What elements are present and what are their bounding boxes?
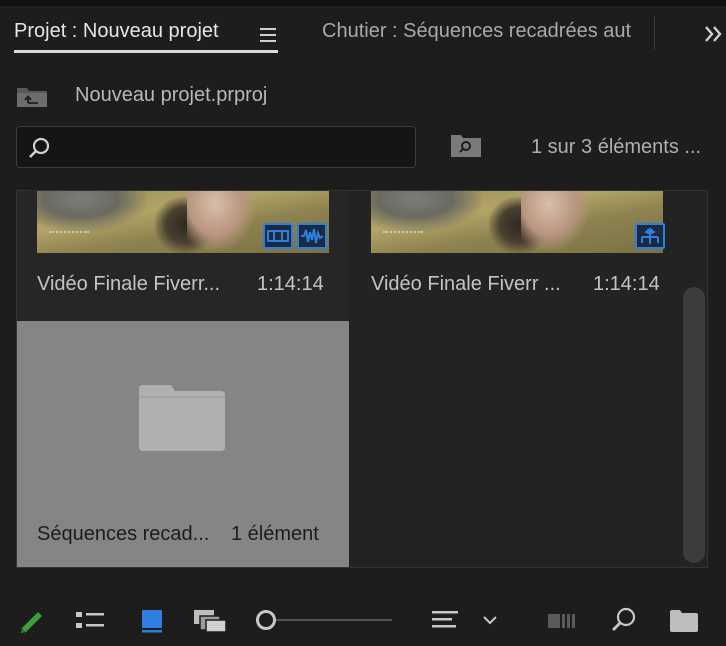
- active-tab-underline: [14, 50, 278, 53]
- new-bin-icon[interactable]: [668, 604, 700, 636]
- list-view-icon[interactable]: [74, 604, 106, 636]
- tab-bin[interactable]: Chutier : Séquences recadrées aut: [322, 20, 654, 50]
- bin-name: Séquences recad...: [37, 523, 210, 545]
- search-input[interactable]: [63, 135, 403, 159]
- sort-icon[interactable]: [430, 604, 462, 636]
- zoom-slider-knob[interactable]: [256, 610, 276, 630]
- scrollbar-thumb[interactable]: [683, 287, 705, 563]
- clip-tile[interactable]: Vidéo Finale Fiverr... 1:14:14: [17, 191, 349, 319]
- tab-project[interactable]: Projet : Nouveau projet: [14, 20, 278, 60]
- tab-divider: [654, 16, 655, 50]
- freeform-view-icon[interactable]: [192, 604, 227, 636]
- tab-overflow-icon[interactable]: [702, 22, 726, 46]
- find-bin-icon[interactable]: [450, 132, 482, 158]
- panel-tab-bar: Projet : Nouveau projet Chutier : Séquen…: [0, 6, 726, 60]
- find-icon[interactable]: [608, 604, 640, 636]
- tab-project-label: Projet : Nouveau projet: [14, 20, 219, 42]
- panel-menu-icon[interactable]: [260, 28, 276, 42]
- icon-view-icon[interactable]: [136, 604, 168, 636]
- sequence-thumbnail: [371, 191, 663, 253]
- folder-icon: [139, 385, 225, 451]
- chevron-down-icon[interactable]: [478, 604, 510, 636]
- sequence-name: Vidéo Finale Fiverr ...: [371, 273, 561, 295]
- search-icon: [27, 136, 51, 160]
- tab-bin-label: Chutier : Séquences recadrées aut: [322, 20, 632, 42]
- project-path-label: Nouveau projet.prproj: [75, 84, 268, 106]
- clip-name: Vidéo Finale Fiverr...: [37, 273, 221, 295]
- sequence-tile[interactable]: Vidéo Finale Fiverr ... 1:14:14: [351, 191, 683, 319]
- bottom-toolbar: [0, 596, 726, 646]
- video-clip-icon: [263, 223, 293, 249]
- project-items-grid: Vidéo Finale Fiverr... 1:14:14 Vidéo Fin…: [16, 190, 708, 568]
- item-count-label: 1 sur 3 éléments ...: [531, 136, 702, 158]
- sequence-duration: 1:14:14: [593, 273, 660, 295]
- audio-clip-icon: [297, 223, 327, 249]
- sequence-icon: [635, 223, 665, 249]
- automate-to-sequence-icon[interactable]: [546, 604, 578, 636]
- zoom-slider-track[interactable]: [272, 619, 392, 621]
- bin-item-count: 1 élément: [231, 523, 319, 545]
- search-field[interactable]: [16, 126, 416, 168]
- bin-tile[interactable]: Séquences recad... 1 élément: [17, 321, 349, 567]
- navigate-up-icon[interactable]: [16, 84, 48, 108]
- pencil-icon[interactable]: [16, 604, 48, 636]
- clip-duration: 1:14:14: [257, 273, 324, 295]
